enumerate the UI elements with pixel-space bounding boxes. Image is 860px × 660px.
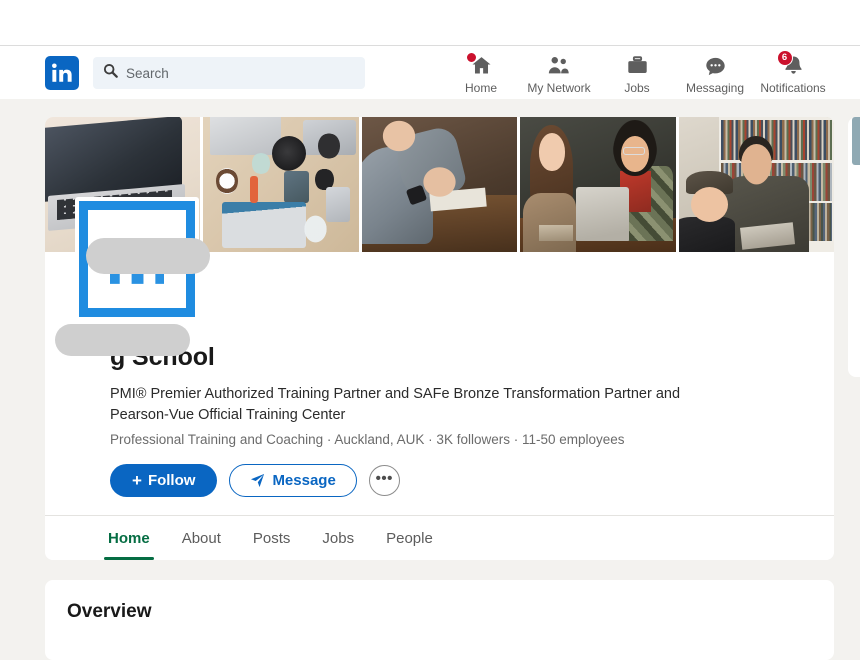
follow-button[interactable]: + Follow (110, 464, 218, 497)
banner-panel-4 (520, 117, 676, 252)
tab-people[interactable]: People (370, 530, 449, 560)
global-navigation-bar: Home My Network (0, 47, 860, 99)
tab-about[interactable]: About (166, 530, 237, 560)
search-box[interactable] (93, 57, 365, 89)
send-icon (250, 473, 265, 488)
right-rail-image-peek (852, 117, 860, 165)
nav-item-messaging[interactable]: Messaging (676, 52, 754, 95)
company-meta: Professional Training and Coaching · Auc… (110, 432, 625, 447)
message-button[interactable]: Message (229, 464, 357, 497)
browser-chrome-strip (0, 0, 860, 46)
company-nav-tabs: Home About Posts Jobs People (45, 516, 834, 560)
nav-label-messaging: Messaging (685, 80, 745, 95)
notifications-badge: 6 (776, 49, 793, 66)
nav-items: Home My Network Jobs Messaging 6 Notific… (442, 49, 840, 95)
linkedin-logo-icon[interactable] (45, 56, 79, 90)
tab-posts[interactable]: Posts (237, 530, 307, 560)
company-tagline: PMI® Premier Authorized Training Partner… (110, 386, 681, 423)
logo-redaction-blob (86, 238, 210, 274)
follow-button-label: Follow (147, 472, 196, 489)
more-options-button[interactable]: ••• (368, 465, 400, 496)
nav-item-home[interactable]: Home (442, 51, 520, 95)
nav-label-jobs: Jobs (624, 80, 650, 95)
banner-panel-5 (678, 117, 834, 252)
search-input[interactable] (126, 65, 355, 81)
plus-icon: + (132, 471, 142, 490)
nav-label-home: Home (464, 80, 497, 95)
nav-label-notifications: Notifications (760, 80, 826, 95)
nav-label-my-network: My Network (527, 80, 591, 95)
overview-card: Overview (45, 580, 834, 660)
search-icon (103, 63, 118, 83)
overview-title: Overview (67, 601, 152, 622)
nav-item-notifications[interactable]: 6 Notifications (754, 49, 832, 95)
company-actions: + Follow Message ••• (45, 464, 834, 515)
home-badge (465, 51, 477, 63)
tab-jobs[interactable]: Jobs (306, 530, 370, 560)
message-button-label: Message (272, 472, 336, 489)
company-name-redaction-blob (55, 324, 190, 356)
briefcase-icon (626, 54, 649, 78)
banner-panel-2 (203, 117, 359, 252)
tab-home[interactable]: Home (92, 530, 166, 560)
linkedin-company-page: Home My Network (0, 0, 860, 660)
company-details: g School PMI® Premier Authorized Trainin… (45, 342, 834, 560)
people-icon (547, 54, 571, 78)
bell-icon: 6 (776, 49, 805, 78)
home-icon (465, 51, 493, 78)
banner-panel-3 (361, 117, 518, 252)
nav-item-jobs[interactable]: Jobs (598, 52, 676, 95)
message-bubble-icon (704, 54, 727, 78)
page-title: g School (110, 343, 215, 371)
nav-item-my-network[interactable]: My Network (520, 52, 598, 95)
